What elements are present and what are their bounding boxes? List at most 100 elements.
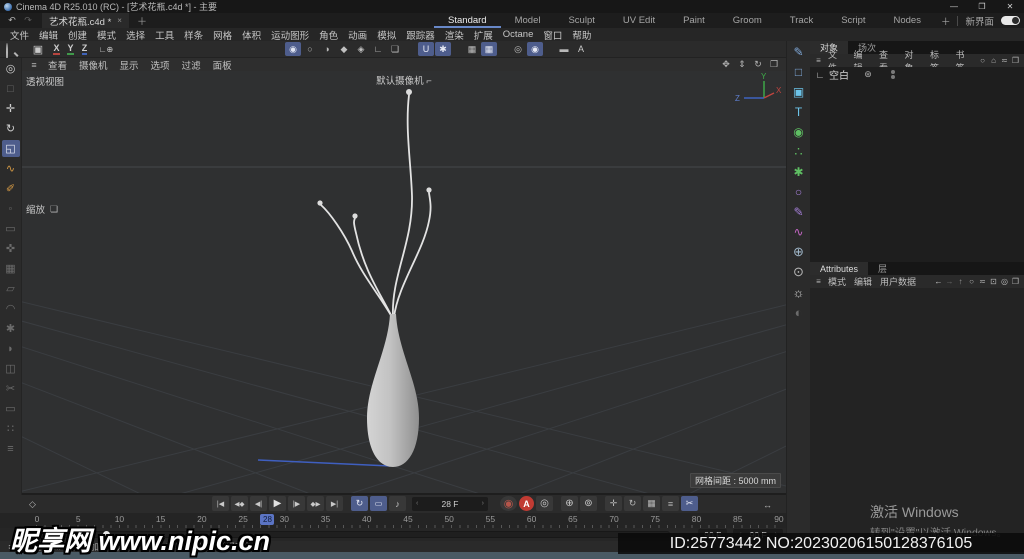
menu-item[interactable]: 模式 bbox=[92, 28, 121, 42]
goto-end-icon[interactable]: ▶| bbox=[326, 496, 343, 511]
camera-icon[interactable]: ⊙ bbox=[790, 264, 808, 280]
record-rot-icon[interactable]: ⊚ bbox=[580, 496, 597, 511]
next-key-icon[interactable]: ◆▶ bbox=[307, 496, 324, 511]
close-tab-icon[interactable]: × bbox=[117, 16, 122, 25]
model-mode-icon[interactable]: ▭ bbox=[2, 220, 20, 237]
rect-selection-icon[interactable]: □ bbox=[2, 80, 20, 97]
volume-icon[interactable]: ∴ bbox=[790, 144, 808, 160]
camera-menu-icon[interactable]: ⌐ bbox=[426, 76, 432, 87]
workspace-tab[interactable]: Groom bbox=[719, 13, 776, 28]
ring-icon[interactable]: ○ bbox=[302, 42, 318, 56]
corner-icon[interactable]: ∟ bbox=[370, 42, 386, 56]
next-frame-icon[interactable]: |▶ bbox=[288, 496, 305, 511]
capsule-icon[interactable]: ▬ bbox=[556, 42, 572, 56]
grid-icon[interactable]: ▦ bbox=[464, 42, 480, 56]
spline-pen-purple-icon[interactable]: ✎ bbox=[790, 204, 808, 220]
maximize-icon[interactable]: ❐ bbox=[968, 0, 996, 13]
axis-mode-icon[interactable]: ✜ bbox=[2, 240, 20, 257]
material-icon[interactable]: ◐ bbox=[790, 304, 808, 320]
up-icon[interactable]: ↑ bbox=[955, 276, 966, 287]
motext-icon[interactable]: T bbox=[790, 104, 808, 120]
object-state-icon[interactable]: ⊛ bbox=[862, 68, 874, 82]
toggle-view-icon[interactable]: ❐ bbox=[766, 58, 782, 72]
workplane-icon[interactable]: ▱ bbox=[2, 280, 20, 297]
arch-tool-icon[interactable]: ◠ bbox=[2, 300, 20, 317]
viewport-canvas[interactable]: Y Z X 透视视图 默认摄像机 ⌐ 缩放 ❏ 网格间距 : 5000 mm bbox=[22, 71, 786, 493]
spline-smooth-icon[interactable]: ∿ bbox=[2, 160, 20, 177]
attributes-menu-item[interactable]: 用户数据 bbox=[876, 275, 920, 288]
hex-solid-icon[interactable]: ◆ bbox=[336, 42, 352, 56]
hierarchy-icon[interactable]: ≡ bbox=[2, 440, 20, 457]
menu-item[interactable]: 体积 bbox=[237, 28, 266, 42]
axis-x-button[interactable]: X bbox=[50, 42, 63, 55]
menu-item[interactable]: 选择 bbox=[121, 28, 150, 42]
environment-icon[interactable]: ⊕ bbox=[790, 244, 808, 260]
axis-y-button[interactable]: Y bbox=[64, 42, 77, 55]
filter-icon[interactable]: ≂ bbox=[999, 55, 1010, 66]
forward-icon[interactable]: → bbox=[944, 276, 955, 287]
coord-system-icon[interactable]: ∟⊕ bbox=[98, 42, 114, 56]
workplane-disc-icon[interactable]: ◎ bbox=[510, 42, 526, 56]
zoom-view-icon[interactable]: ⇕ bbox=[734, 58, 750, 72]
attributes-menu-item[interactable]: 模式 bbox=[824, 275, 850, 288]
spline-pen-blue-icon[interactable]: ✎ bbox=[790, 44, 808, 60]
fit-frames-icon[interactable]: ▭ bbox=[370, 496, 387, 511]
viewport-menu-item[interactable]: 显示 bbox=[114, 58, 145, 72]
workspace-tab[interactable]: Standard bbox=[434, 13, 501, 28]
visibility-dots[interactable] bbox=[891, 70, 895, 79]
menu-item[interactable]: 文件 bbox=[5, 28, 34, 42]
snap-gear-icon[interactable]: ✱ bbox=[435, 42, 451, 56]
close-icon[interactable]: ✕ bbox=[996, 0, 1024, 13]
attributes-menu-item[interactable]: 编辑 bbox=[850, 275, 876, 288]
back-icon[interactable]: ← bbox=[933, 276, 944, 287]
workspace-tab[interactable]: Sculpt bbox=[554, 13, 608, 28]
square-overlap-icon[interactable]: ❏ bbox=[387, 42, 403, 56]
knife-tool-icon[interactable]: ✂ bbox=[2, 380, 20, 397]
timeline-scale-icon[interactable]: ↔ bbox=[759, 497, 776, 512]
menu-item[interactable]: 窗口 bbox=[538, 28, 567, 42]
mirror-tool-icon[interactable]: ◫ bbox=[2, 360, 20, 377]
loop-icon[interactable]: ↻ bbox=[351, 496, 368, 511]
add-workspace-button[interactable]: ＋ bbox=[941, 14, 951, 28]
helmet-tool-icon[interactable]: ◗ bbox=[2, 340, 20, 357]
generator-icon[interactable]: ◉ bbox=[790, 124, 808, 140]
panel-tab[interactable]: Attributes bbox=[810, 262, 869, 275]
menu-item[interactable]: 渲染 bbox=[440, 28, 469, 42]
menu-item[interactable]: 扩展 bbox=[469, 28, 498, 42]
mesh-cube-icon[interactable]: ▣ bbox=[790, 84, 808, 100]
hamburger-icon[interactable]: ≡ bbox=[813, 55, 824, 66]
pan-icon[interactable]: ✥ bbox=[718, 58, 734, 72]
a-badge-icon[interactable]: A bbox=[573, 42, 589, 56]
pla-rot-icon[interactable]: ↻ bbox=[624, 496, 641, 511]
workspace-tab[interactable]: Model bbox=[501, 13, 555, 28]
camera-label[interactable]: 默认摄像机 ⌐ bbox=[22, 73, 786, 87]
key-target-icon[interactable]: ◎ bbox=[536, 496, 553, 511]
workspace-tab[interactable]: Script bbox=[827, 13, 879, 28]
menu-item[interactable]: 样条 bbox=[179, 28, 208, 42]
live-selection-icon[interactable]: ◎ bbox=[2, 60, 20, 77]
viewport-menu-item[interactable]: 过滤 bbox=[176, 58, 207, 72]
pla-list-icon[interactable]: ≡ bbox=[662, 496, 679, 511]
redo-icon[interactable]: ↷ bbox=[20, 14, 36, 28]
frame-down-icon[interactable]: ‹ bbox=[416, 500, 418, 507]
point-grid-icon[interactable]: ∷ bbox=[2, 420, 20, 437]
document-tab[interactable]: 艺术花瓶.c4d * × bbox=[42, 13, 129, 28]
prev-key-icon[interactable]: ◀◆ bbox=[231, 496, 248, 511]
deformer-icon[interactable]: ∿ bbox=[790, 224, 808, 240]
popout-icon[interactable]: ❐ bbox=[1010, 276, 1021, 287]
tweak-icon[interactable]: ◦ bbox=[2, 200, 20, 217]
object-row[interactable]: ∟ 空白 ⊛ bbox=[810, 67, 1024, 82]
menu-item[interactable]: 跟踪器 bbox=[401, 28, 440, 42]
search-icon[interactable]: ○ bbox=[977, 55, 988, 66]
light-icon[interactable]: ☼ bbox=[790, 284, 808, 300]
viewport-menu-item[interactable]: 选项 bbox=[145, 58, 176, 72]
snap-cut-icon[interactable]: ✂ bbox=[681, 496, 698, 511]
record-pos-icon[interactable]: ⊕ bbox=[561, 496, 578, 511]
half-capsule-icon[interactable]: ◑ bbox=[319, 42, 335, 56]
workspace-tab[interactable]: Track bbox=[776, 13, 827, 28]
record-key-icon[interactable]: ◉ bbox=[500, 496, 517, 511]
add-tab-button[interactable]: ＋ bbox=[137, 13, 147, 28]
menu-item[interactable]: 运动图形 bbox=[266, 28, 314, 42]
rotate-view-icon[interactable]: ↻ bbox=[750, 58, 766, 72]
vase-object[interactable] bbox=[367, 314, 419, 467]
